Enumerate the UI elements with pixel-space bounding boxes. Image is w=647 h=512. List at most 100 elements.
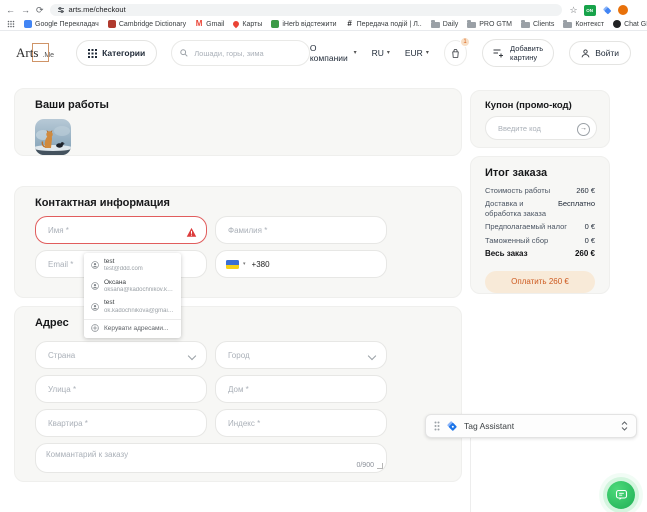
cart-count-badge: 1 <box>460 37 470 47</box>
ukraine-flag-icon[interactable] <box>226 260 239 269</box>
person-circle-icon <box>91 303 99 311</box>
bookmark-folder-daily[interactable]: Daily <box>431 20 459 28</box>
cart-button[interactable]: 1 <box>444 40 467 66</box>
order-comment-field[interactable]: 0/900 <box>35 443 387 473</box>
last-name-input[interactable] <box>226 225 376 236</box>
folder-icon <box>521 22 530 28</box>
extension-on-icon[interactable]: ON <box>584 5 596 16</box>
back-icon[interactable]: ← <box>6 6 15 15</box>
reload-icon[interactable]: ⟳ <box>36 6 44 15</box>
bookmark-maps[interactable]: Карты <box>233 21 262 28</box>
about-menu[interactable]: О компании▾ <box>310 43 357 63</box>
house-field[interactable] <box>215 375 387 403</box>
bookmark-iherb[interactable]: iHerb відстежити <box>271 20 336 28</box>
caret-down-icon: ▾ <box>354 50 357 56</box>
phone-input[interactable] <box>250 259 376 270</box>
autofill-item[interactable]: testok.kadochnikova@gmail.com <box>84 296 181 317</box>
char-counter: 0/900 <box>356 462 374 469</box>
summary-row: Доставка и обработка заказа Бесплатно <box>485 199 595 218</box>
first-name-input[interactable] <box>46 225 196 236</box>
maps-pin-icon <box>232 20 240 28</box>
forward-icon[interactable]: → <box>21 6 30 15</box>
gear-icon <box>91 324 99 332</box>
bookmarks-bar: Google Перекладач Cambridge Dictionary M… <box>0 18 647 30</box>
summary-row: Предполагаемый налог 0 € <box>485 222 595 231</box>
chat-icon <box>615 489 628 501</box>
caret-down-icon: ▾ <box>387 50 390 56</box>
artwork-thumbnail[interactable] <box>35 119 71 155</box>
currency-selector[interactable]: EUR▾ <box>405 48 429 58</box>
country-input[interactable] <box>46 350 196 361</box>
categories-label: Категории <box>102 48 145 58</box>
street-field[interactable] <box>35 375 207 403</box>
url-text: arts.me/checkout <box>69 6 126 14</box>
bookmark-star-icon[interactable]: ☆ <box>570 6 578 15</box>
search-input[interactable] <box>192 48 301 59</box>
order-summary-card: Итог заказа Стоимость работы 260 € Доста… <box>470 156 610 294</box>
tag-assistant-bar[interactable]: Tag Assistant <box>425 414 637 438</box>
country-select[interactable] <box>35 341 207 369</box>
add-artwork-button[interactable]: Добавитькартину <box>482 39 554 67</box>
manage-addresses-item[interactable]: Керувати адресами... <box>84 319 181 336</box>
bookmark-events[interactable]: #Передача подій | Л.. <box>346 20 422 28</box>
street-input[interactable] <box>46 384 196 395</box>
phone-field[interactable]: ▾ <box>215 250 387 278</box>
summary-row: Таможенный сбор 0 € <box>485 236 595 245</box>
apartment-field[interactable] <box>35 409 207 437</box>
site-logo[interactable]: Arts .Me <box>16 45 54 61</box>
bookmark-folder-pro-gtm[interactable]: PRO GTM <box>467 20 512 28</box>
hash-icon: # <box>346 20 354 28</box>
error-warning-icon <box>186 225 197 243</box>
browser-toolbar: ← → ⟳ arts.me/checkout ☆ ON <box>0 0 647 18</box>
address-title: Адрес <box>35 317 69 329</box>
zip-field[interactable] <box>215 409 387 437</box>
autofill-item[interactable]: testtest@ddd.com <box>84 255 181 276</box>
profile-avatar[interactable] <box>618 5 628 15</box>
google-translate-icon <box>24 20 32 28</box>
shopping-bag-icon <box>450 48 461 59</box>
apply-coupon-icon[interactable]: → <box>577 123 590 136</box>
city-select[interactable] <box>215 341 387 369</box>
address-card: Адрес 0/900 <box>14 306 462 482</box>
browser-chrome: ← → ⟳ arts.me/checkout ☆ ON Google Перек… <box>0 0 647 31</box>
drag-handle-icon[interactable] <box>434 421 440 431</box>
url-bar[interactable]: arts.me/checkout <box>50 4 562 16</box>
autofill-item[interactable]: Оксанаoksana@kadochnikov.kiev.ua <box>84 276 181 297</box>
bookmark-cambridge[interactable]: Cambridge Dictionary <box>108 20 186 28</box>
coupon-field[interactable]: → <box>485 116 597 140</box>
categories-button[interactable]: Категории <box>76 40 157 66</box>
tag-assistant-extension-icon[interactable] <box>602 5 612 15</box>
zip-input[interactable] <box>226 418 376 429</box>
add-picture-icon <box>493 48 504 58</box>
search-icon <box>180 49 188 57</box>
tag-assistant-icon <box>446 420 458 432</box>
add-artwork-label: Добавитькартину <box>510 44 543 62</box>
first-name-field[interactable] <box>35 216 207 244</box>
pay-button[interactable]: Оплатить 260 € <box>485 271 595 293</box>
bookmarks-apps-icon[interactable] <box>7 20 15 28</box>
panel-divider <box>470 438 471 512</box>
order-comment-input[interactable] <box>36 444 386 472</box>
caret-down-icon: ▾ <box>243 261 246 267</box>
resize-grip-icon[interactable] <box>377 463 383 469</box>
language-selector[interactable]: RU▾ <box>372 48 390 58</box>
city-input[interactable] <box>226 350 376 361</box>
autofill-dropdown: testtest@ddd.com Оксанаoksana@kadochniko… <box>84 253 181 338</box>
login-button[interactable]: Войти <box>569 41 631 65</box>
bookmark-folder-context[interactable]: Контекст <box>563 20 604 28</box>
screen: ← → ⟳ arts.me/checkout ☆ ON Google Перек… <box>0 0 647 512</box>
apartment-input[interactable] <box>46 418 196 429</box>
coupon-input[interactable] <box>496 123 574 134</box>
header-links: О компании▾ RU▾ EUR▾ 1 Добавитькартину В… <box>310 39 631 67</box>
bookmark-google-translate[interactable]: Google Перекладач <box>24 20 99 28</box>
last-name-field[interactable] <box>215 216 387 244</box>
bookmark-chatgpt[interactable]: Chat GPT <box>613 20 647 28</box>
login-label: Войти <box>595 48 619 58</box>
site-settings-icon[interactable] <box>57 6 65 14</box>
bookmark-folder-clients[interactable]: Clients <box>521 20 554 28</box>
user-icon <box>581 49 590 58</box>
expand-collapse-icon[interactable] <box>621 421 628 431</box>
bookmark-gmail[interactable]: MGmail <box>195 20 224 28</box>
house-input[interactable] <box>226 384 376 395</box>
chat-widget-button[interactable] <box>607 481 635 509</box>
